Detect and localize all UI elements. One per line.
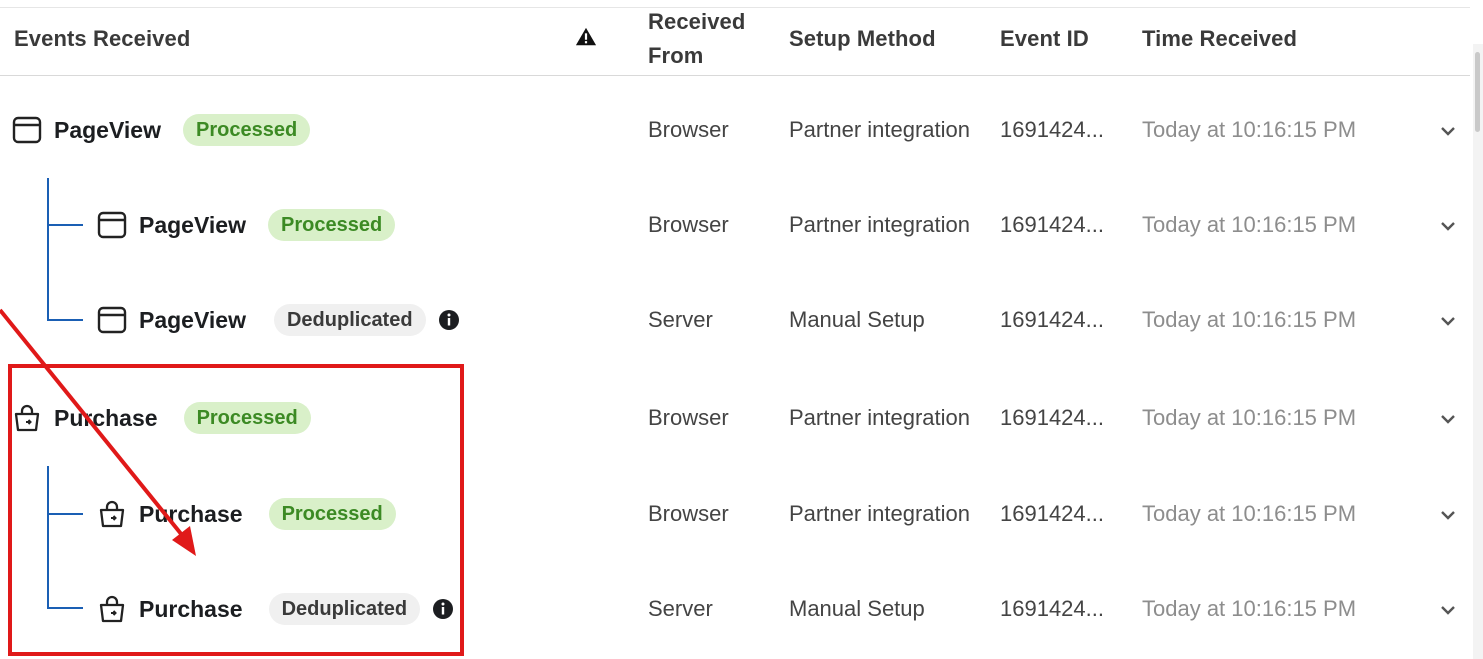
- col-header-received-from[interactable]: Received From: [648, 5, 745, 73]
- event-cell: PageView Processed: [12, 100, 311, 160]
- status-badge: Processed: [182, 114, 311, 146]
- info-icon[interactable]: [438, 309, 460, 331]
- time-received-cell: Today at 10:16:15 PM: [1142, 501, 1357, 526]
- event-id-cell: 1691424...: [1000, 307, 1104, 332]
- col-header-time-received[interactable]: Time Received: [1142, 22, 1297, 56]
- event-id-cell: 1691424...: [1000, 117, 1104, 142]
- setup-method-cell: Partner integration: [789, 212, 970, 237]
- browser-window-icon: [12, 116, 42, 144]
- received-from-cell: Browser: [648, 117, 729, 142]
- event-cell: PageView Processed: [97, 195, 396, 255]
- chevron-down-icon[interactable]: [1437, 217, 1459, 235]
- annotation-highlight-box: [8, 364, 464, 656]
- chevron-down-icon[interactable]: [1437, 122, 1459, 140]
- status-badge: Processed: [267, 209, 396, 241]
- event-name: PageView: [54, 116, 161, 143]
- setup-method-cell: Partner integration: [789, 501, 970, 526]
- browser-window-icon: [97, 306, 127, 334]
- setup-method-cell: Partner integration: [789, 117, 970, 142]
- received-from-cell: Browser: [648, 212, 729, 237]
- col-header-setup-method[interactable]: Setup Method: [789, 22, 936, 56]
- setup-method-cell: Partner integration: [789, 405, 970, 430]
- chevron-down-icon[interactable]: [1437, 601, 1459, 619]
- warning-triangle-icon: [575, 27, 597, 46]
- scrollbar-track[interactable]: [1473, 44, 1483, 659]
- setup-method-cell: Manual Setup: [789, 307, 925, 332]
- time-received-cell: Today at 10:16:15 PM: [1142, 596, 1357, 621]
- setup-method-cell: Manual Setup: [789, 596, 925, 621]
- event-id-cell: 1691424...: [1000, 596, 1104, 621]
- col-header-received-from-line1: Received: [648, 9, 746, 34]
- received-from-cell: Server: [648, 596, 713, 621]
- chevron-down-icon[interactable]: [1437, 410, 1459, 428]
- chevron-down-icon[interactable]: [1437, 312, 1459, 330]
- time-received-cell: Today at 10:16:15 PM: [1142, 405, 1357, 430]
- scrollbar-thumb[interactable]: [1475, 52, 1480, 132]
- col-header-received-from-line2: From: [648, 43, 704, 68]
- event-cell: PageView Deduplicated: [97, 290, 460, 350]
- col-header-events-received[interactable]: Events Received: [14, 22, 190, 56]
- col-header-event-id[interactable]: Event ID: [1000, 22, 1089, 56]
- status-badge: Deduplicated: [273, 304, 426, 336]
- event-id-cell: 1691424...: [1000, 501, 1104, 526]
- event-id-cell: 1691424...: [1000, 405, 1104, 430]
- received-from-cell: Browser: [648, 501, 729, 526]
- time-received-cell: Today at 10:16:15 PM: [1142, 307, 1357, 332]
- browser-window-icon: [97, 211, 127, 239]
- events-table: Events Received Received From Setup Meth…: [0, 0, 1483, 659]
- received-from-cell: Server: [648, 307, 713, 332]
- event-name: PageView: [139, 211, 246, 238]
- header-divider: [0, 75, 1470, 76]
- table-row[interactable]: PageView Deduplicated Server Manual Setu…: [0, 290, 1470, 350]
- time-received-cell: Today at 10:16:15 PM: [1142, 212, 1357, 237]
- table-row[interactable]: PageView Processed Browser Partner integ…: [0, 195, 1470, 255]
- table-row[interactable]: PageView Processed Browser Partner integ…: [0, 100, 1470, 160]
- time-received-cell: Today at 10:16:15 PM: [1142, 117, 1357, 142]
- chevron-down-icon[interactable]: [1437, 506, 1459, 524]
- event-name: PageView: [139, 306, 246, 333]
- event-id-cell: 1691424...: [1000, 212, 1104, 237]
- received-from-cell: Browser: [648, 405, 729, 430]
